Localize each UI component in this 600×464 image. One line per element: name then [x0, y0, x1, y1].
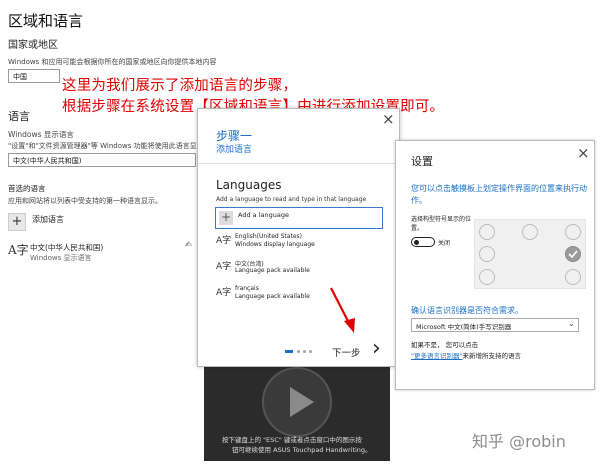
close-icon[interactable]: × [382, 110, 395, 128]
add-language-input[interactable]: + Add a language [215, 207, 383, 229]
preferred-languages-description: 应用和网站将以列表中受支持的第一种语言显示。 [8, 197, 162, 205]
position-dot[interactable] [565, 224, 581, 240]
recognizer-select[interactable]: Microsoft 中文(简体)手写识别器 ⌄ [411, 318, 579, 332]
country-select[interactable]: 中国 [8, 69, 60, 83]
next-button-label[interactable]: 下一步 [332, 345, 361, 359]
video-caption-1: 按下键盘上的 "ESC" 键或者点击窗口中的图示按 [222, 436, 362, 444]
language-section-label: 语言 [8, 110, 30, 123]
position-dot[interactable] [565, 269, 581, 285]
position-dot[interactable] [479, 269, 495, 285]
language-glyph-icon: A字 [8, 243, 29, 257]
page-title: 区域和语言 [8, 12, 84, 30]
position-dot[interactable] [479, 246, 495, 262]
position-dot[interactable] [479, 224, 495, 240]
add-language-button[interactable]: + [8, 213, 26, 231]
wizard-lang-item-name[interactable]: English(United States) [235, 233, 302, 240]
pager-dot [297, 350, 300, 353]
position-dot[interactable] [522, 224, 538, 240]
next-arrow-icon[interactable]: › [372, 336, 381, 361]
pager-active [285, 350, 293, 353]
display-language-description: "设置"和"文件资源管理器"等 Windows 功能将使用此语言显示 [8, 142, 204, 150]
toggle-label: 关闭 [438, 240, 451, 247]
plus-icon: + [219, 210, 233, 225]
add-language-label[interactable]: 添加语言 [32, 214, 64, 225]
language-item-sub: Windows 显示语言 [30, 254, 92, 262]
language-glyph-icon: A字 [216, 236, 232, 246]
handwriting-icon: ✍ [185, 240, 192, 249]
red-arrow-icon [330, 287, 355, 333]
more-recognizers-suffix: 来新增所支持的语言 [462, 352, 521, 360]
more-recognizers-link[interactable]: "更多语言识别器" [411, 352, 462, 360]
step-subtitle: 添加语言 [216, 145, 253, 155]
toggle-knob [414, 239, 419, 245]
country-description: Windows 和应用可能会根据你所在的国家或地区向你提供本地内容 [8, 58, 217, 66]
choose-position-label: 选择构型符号显示的位置。 [411, 216, 472, 232]
display-language-label: Windows 显示语言 [8, 130, 74, 139]
header-divider [198, 163, 399, 164]
wizard-lang-item-name[interactable]: français [235, 285, 259, 292]
watermark: 知乎 @robin [472, 432, 566, 451]
country-section-label: 国家或地区 [8, 40, 58, 51]
video-caption-2: 钮可继续使用 ASUS Touchpad Handwriting。 [232, 446, 372, 454]
language-item-name[interactable]: 中文(中华人民共和国) [30, 242, 103, 253]
display-language-select[interactable]: 中文(中华人民共和国) [8, 153, 196, 167]
play-icon[interactable] [262, 367, 332, 437]
close-icon[interactable]: × [577, 144, 590, 162]
touchpad-grid[interactable] [474, 219, 586, 289]
language-glyph-icon: A字 [216, 262, 232, 272]
wizard-lang-item-sub: Language pack available [235, 267, 310, 274]
position-dot-selected[interactable] [565, 246, 581, 262]
confirm-recognizer-label: 确认语言识别器是否符合需求。 [411, 306, 523, 315]
settings-title: 设置 [411, 155, 433, 168]
preferred-languages-label: 首选的语言 [8, 184, 46, 193]
more-recognizers-line: "更多语言识别器"来新增所支持的语言 [411, 350, 521, 360]
languages-description: Add a language to read and type in that … [216, 196, 367, 203]
settings-description: 您可以点击触摸板上划定操作界面的位置来执行动作。 [411, 184, 587, 205]
pager-dot [309, 350, 312, 353]
recognizer-select-value: Microsoft 中文(简体)手写识别器 [416, 323, 512, 331]
position-toggle[interactable] [411, 237, 435, 247]
add-language-wizard: × 步骤一 添加语言 Languages Add a language to r… [197, 108, 400, 367]
annotation-line-1: 这里为我们展示了添加语言的步骤， [62, 78, 298, 94]
settings-panel: 设置 × 您可以点击触摸板上划定操作界面的位置来执行动作。 选择构型符号显示的位… [395, 140, 595, 390]
chevron-down-icon: ⌄ [568, 319, 575, 328]
language-glyph-icon: A字 [216, 288, 232, 298]
pager-dot [303, 350, 306, 353]
video-panel: 按下键盘上的 "ESC" 键或者点击窗口中的图示按 钮可继续使用 ASUS To… [204, 367, 390, 461]
wizard-lang-item-sub: Language pack available [235, 293, 310, 300]
wizard-lang-item-sub: Windows display language [235, 241, 315, 248]
languages-heading: Languages [216, 178, 282, 192]
add-language-input-label: Add a language [238, 211, 289, 219]
no-fit-text: 如果不是， 您可以点击 [411, 341, 479, 349]
